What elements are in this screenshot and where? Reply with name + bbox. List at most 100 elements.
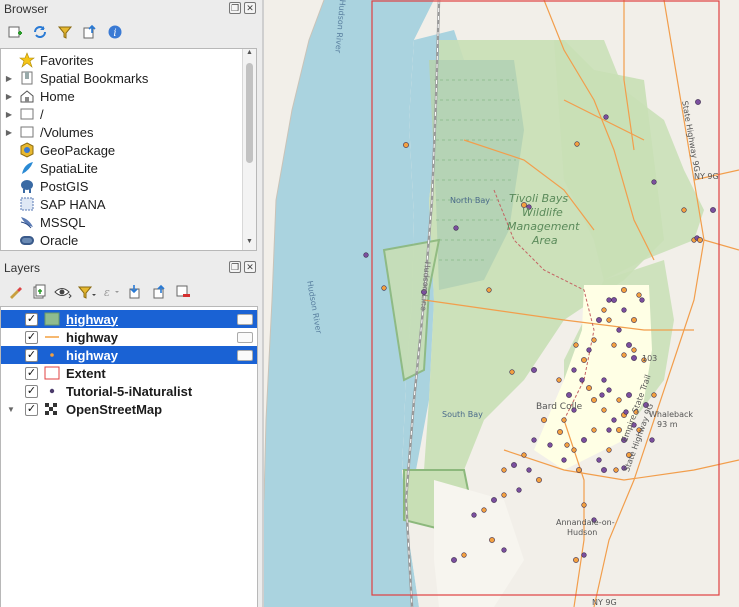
- observation-point: [606, 297, 612, 303]
- filter-indicator-icon[interactable]: [237, 331, 253, 343]
- browser-item-label: Spatial Bookmarks: [40, 70, 149, 86]
- expand-arrow-icon[interactable]: ▼: [7, 405, 15, 414]
- layer-name: Tutorial-5-iNaturalist: [66, 383, 193, 399]
- bookmark-icon: [18, 70, 36, 86]
- map-label-annandale: Annandale-on-: [556, 518, 615, 527]
- observation-point: [547, 442, 553, 448]
- float-panel-icon[interactable]: ❐: [229, 2, 241, 14]
- scroll-down-icon[interactable]: ▼: [243, 238, 256, 250]
- browser-item[interactable]: SpatiaLite: [1, 159, 256, 177]
- layer-item[interactable]: ✓ Tutorial-5-iNaturalist: [1, 382, 257, 400]
- add-layer-icon[interactable]: [6, 23, 24, 41]
- layer-visibility-checkbox[interactable]: ✓: [25, 366, 38, 380]
- add-group-icon[interactable]: [30, 283, 48, 301]
- expand-arrow-icon[interactable]: ▶: [4, 110, 14, 119]
- browser-item-label: Oracle: [40, 232, 79, 248]
- layer-visibility-checkbox[interactable]: ✓: [25, 402, 38, 416]
- browser-item[interactable]: ▶ Spatial Bookmarks: [1, 69, 256, 87]
- observation-point: [695, 99, 701, 105]
- layers-tree[interactable]: ✓ highway ✓ highway ✓ highway ✓ Extent ✓ Tutorial…: [0, 306, 258, 607]
- observation-point: [403, 142, 409, 148]
- filter-icon[interactable]: [56, 23, 74, 41]
- map-label-north-bay: North Bay: [450, 196, 491, 205]
- layer-visibility-checkbox[interactable]: ✓: [25, 348, 38, 362]
- filter-layers-icon[interactable]: [78, 283, 96, 301]
- observation-point: [616, 397, 622, 403]
- observation-point: [486, 287, 492, 293]
- svg-text:ε: ε: [104, 286, 110, 299]
- browser-item[interactable]: ▶ /: [1, 105, 256, 123]
- browser-tree[interactable]: Favorites ▶ Spatial Bookmarks ▶ Home ▶ / ▶/Volu…: [0, 48, 257, 251]
- collapse-all-icon[interactable]: [81, 23, 99, 41]
- scroll-up-icon[interactable]: ▲: [243, 49, 256, 61]
- mssql-icon: [18, 214, 36, 230]
- geopackage-icon: [18, 142, 36, 158]
- browser-item[interactable]: ▶ Home: [1, 87, 256, 105]
- style-brush-icon[interactable]: [6, 283, 24, 301]
- observation-point: [531, 437, 537, 443]
- expand-arrow-icon[interactable]: ▶: [4, 74, 14, 83]
- layers-toolbar: ε: [0, 280, 262, 304]
- close-panel-icon[interactable]: ✕: [244, 2, 256, 14]
- layer-visibility-checkbox[interactable]: ✓: [25, 330, 38, 344]
- observation-point: [601, 307, 607, 313]
- observation-point: [526, 467, 532, 473]
- map-label-whaleback-elev: 93 m: [657, 420, 678, 429]
- observation-point: [579, 377, 585, 383]
- observation-point: [611, 342, 617, 348]
- observation-point: [613, 467, 619, 473]
- map-label-hudson-town: Hudson: [567, 528, 598, 537]
- refresh-icon[interactable]: [31, 23, 49, 41]
- folder-icon: [18, 124, 36, 140]
- line-orange-symbol-icon: [44, 330, 60, 344]
- remove-layer-icon[interactable]: [174, 283, 192, 301]
- map-canvas[interactable]: Tivoli Bays Wildlife Management Area Nor…: [264, 0, 739, 607]
- observation-point: [571, 367, 577, 373]
- visibility-eye-icon[interactable]: [54, 283, 72, 301]
- browser-item[interactable]: GeoPackage: [1, 141, 256, 159]
- observation-point: [586, 347, 592, 353]
- expand-all-icon[interactable]: [126, 283, 144, 301]
- observation-point: [574, 141, 580, 147]
- float-panel-icon[interactable]: ❐: [229, 261, 241, 273]
- expand-arrow-icon[interactable]: ▶: [4, 92, 14, 101]
- browser-scrollbar[interactable]: ▲ ▼: [242, 49, 256, 250]
- expand-arrow-icon[interactable]: ▶: [4, 128, 14, 137]
- info-icon[interactable]: i: [106, 23, 124, 41]
- browser-item-label: SAP HANA: [40, 196, 106, 212]
- layer-item[interactable]: ▼ ✓ OpenStreetMap: [1, 400, 257, 418]
- layer-item[interactable]: ✓ highway: [1, 346, 257, 364]
- browser-item-label: /Volumes: [40, 124, 94, 140]
- observation-point: [561, 417, 567, 423]
- collapse-all-layers-icon[interactable]: [150, 283, 168, 301]
- expression-filter-icon[interactable]: ε: [102, 283, 120, 301]
- observation-point: [557, 429, 563, 435]
- polygon-outline-red-symbol-icon: [44, 366, 60, 380]
- filter-indicator-icon[interactable]: [237, 313, 253, 325]
- observation-point: [571, 447, 577, 453]
- browser-item[interactable]: MSSQL: [1, 213, 256, 231]
- observation-point: [581, 552, 587, 558]
- browser-item[interactable]: Favorites: [1, 51, 256, 69]
- observation-point: [596, 317, 602, 323]
- layer-item[interactable]: ✓ Extent: [1, 364, 257, 382]
- layer-visibility-checkbox[interactable]: ✓: [25, 384, 38, 398]
- browser-item[interactable]: Oracle: [1, 231, 256, 249]
- browser-item[interactable]: ▶ /Volumes: [1, 123, 256, 141]
- browser-item[interactable]: PostGIS: [1, 177, 256, 195]
- point-purple-symbol-icon: [44, 384, 60, 398]
- close-panel-icon[interactable]: ✕: [244, 261, 256, 273]
- filter-indicator-icon[interactable]: [237, 349, 253, 361]
- observation-point: [651, 392, 657, 398]
- layer-name: Extent: [66, 365, 106, 381]
- layer-item[interactable]: ✓ highway: [1, 310, 257, 328]
- observation-point: [606, 427, 612, 433]
- layer-item[interactable]: ✓ highway: [1, 328, 257, 346]
- layer-visibility-checkbox[interactable]: ✓: [25, 312, 38, 326]
- browser-toolbar: i: [0, 20, 262, 44]
- scrollbar-thumb[interactable]: [246, 63, 253, 163]
- spatialite-icon: [18, 160, 36, 176]
- observation-point: [501, 467, 507, 473]
- observation-point: [491, 497, 497, 503]
- browser-item[interactable]: SAP HANA: [1, 195, 256, 213]
